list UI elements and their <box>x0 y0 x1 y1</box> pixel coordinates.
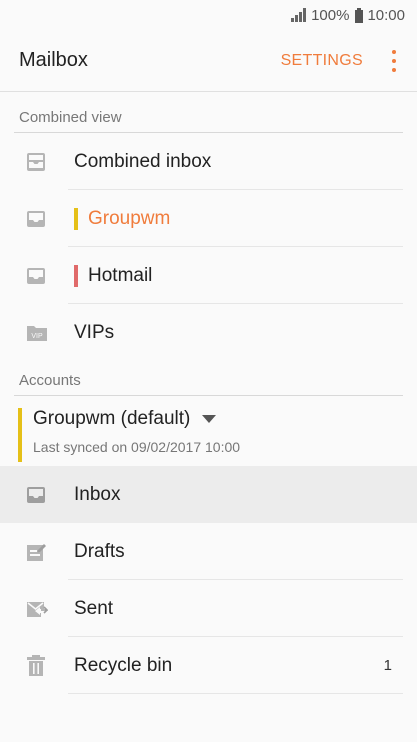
clock: 10:00 <box>367 6 405 24</box>
folder-inbox[interactable]: Inbox <box>0 466 417 523</box>
battery-icon <box>355 7 364 23</box>
item-label: Groupwm <box>88 207 171 229</box>
item-label: Hotmail <box>88 264 153 286</box>
mailbox-vips[interactable]: VIP VIPs <box>0 304 417 361</box>
item-label: Inbox <box>74 483 121 505</box>
drafts-icon <box>0 542 74 562</box>
app-bar: Mailbox SETTINGS <box>0 30 417 92</box>
section-title: Combined view <box>19 109 122 126</box>
last-synced-text: Last synced on 09/02/2017 10:00 <box>33 439 241 455</box>
vip-folder-icon: VIP <box>0 324 74 342</box>
inbox-icon <box>0 267 74 285</box>
item-label: Recycle bin <box>74 654 173 676</box>
more-options-icon[interactable] <box>385 48 403 74</box>
section-title: Accounts <box>19 372 81 389</box>
settings-button[interactable]: SETTINGS <box>281 52 363 70</box>
svg-text:VIP: VIP <box>31 333 43 340</box>
combined-inbox-icon <box>0 152 74 172</box>
account-selector[interactable]: Groupwm (default) Last synced on 09/02/2… <box>0 396 417 466</box>
unread-count-badge: 1 <box>383 657 392 674</box>
inbox-icon <box>0 210 74 228</box>
account-color-bar <box>74 207 78 230</box>
item-label: Sent <box>74 597 114 619</box>
item-label: Drafts <box>74 540 125 562</box>
section-header-accounts: Accounts <box>0 361 417 395</box>
trash-icon <box>0 654 74 677</box>
inbox-icon <box>0 486 74 504</box>
item-label: Combined inbox <box>74 150 212 172</box>
mailbox-hotmail[interactable]: Hotmail <box>0 247 417 304</box>
folder-drafts[interactable]: Drafts <box>0 523 417 580</box>
status-bar: 100% 10:00 <box>0 0 417 30</box>
signal-icon <box>291 8 307 22</box>
page-title: Mailbox <box>19 49 88 71</box>
folder-recycle-bin[interactable]: Recycle bin 1 <box>0 637 417 694</box>
folder-sent[interactable]: Sent <box>0 580 417 637</box>
account-color-bar <box>74 264 78 287</box>
mailbox-combined-inbox[interactable]: Combined inbox <box>0 133 417 190</box>
section-header-combined: Combined view <box>0 92 417 132</box>
dropdown-arrow-icon[interactable] <box>202 415 217 423</box>
battery-percent: 100% <box>311 6 350 24</box>
mailbox-groupwm[interactable]: Groupwm <box>0 190 417 247</box>
account-color-bar <box>18 408 22 462</box>
item-label: VIPs <box>74 321 115 343</box>
sent-icon <box>0 600 74 618</box>
account-name: Groupwm (default) <box>33 408 191 429</box>
